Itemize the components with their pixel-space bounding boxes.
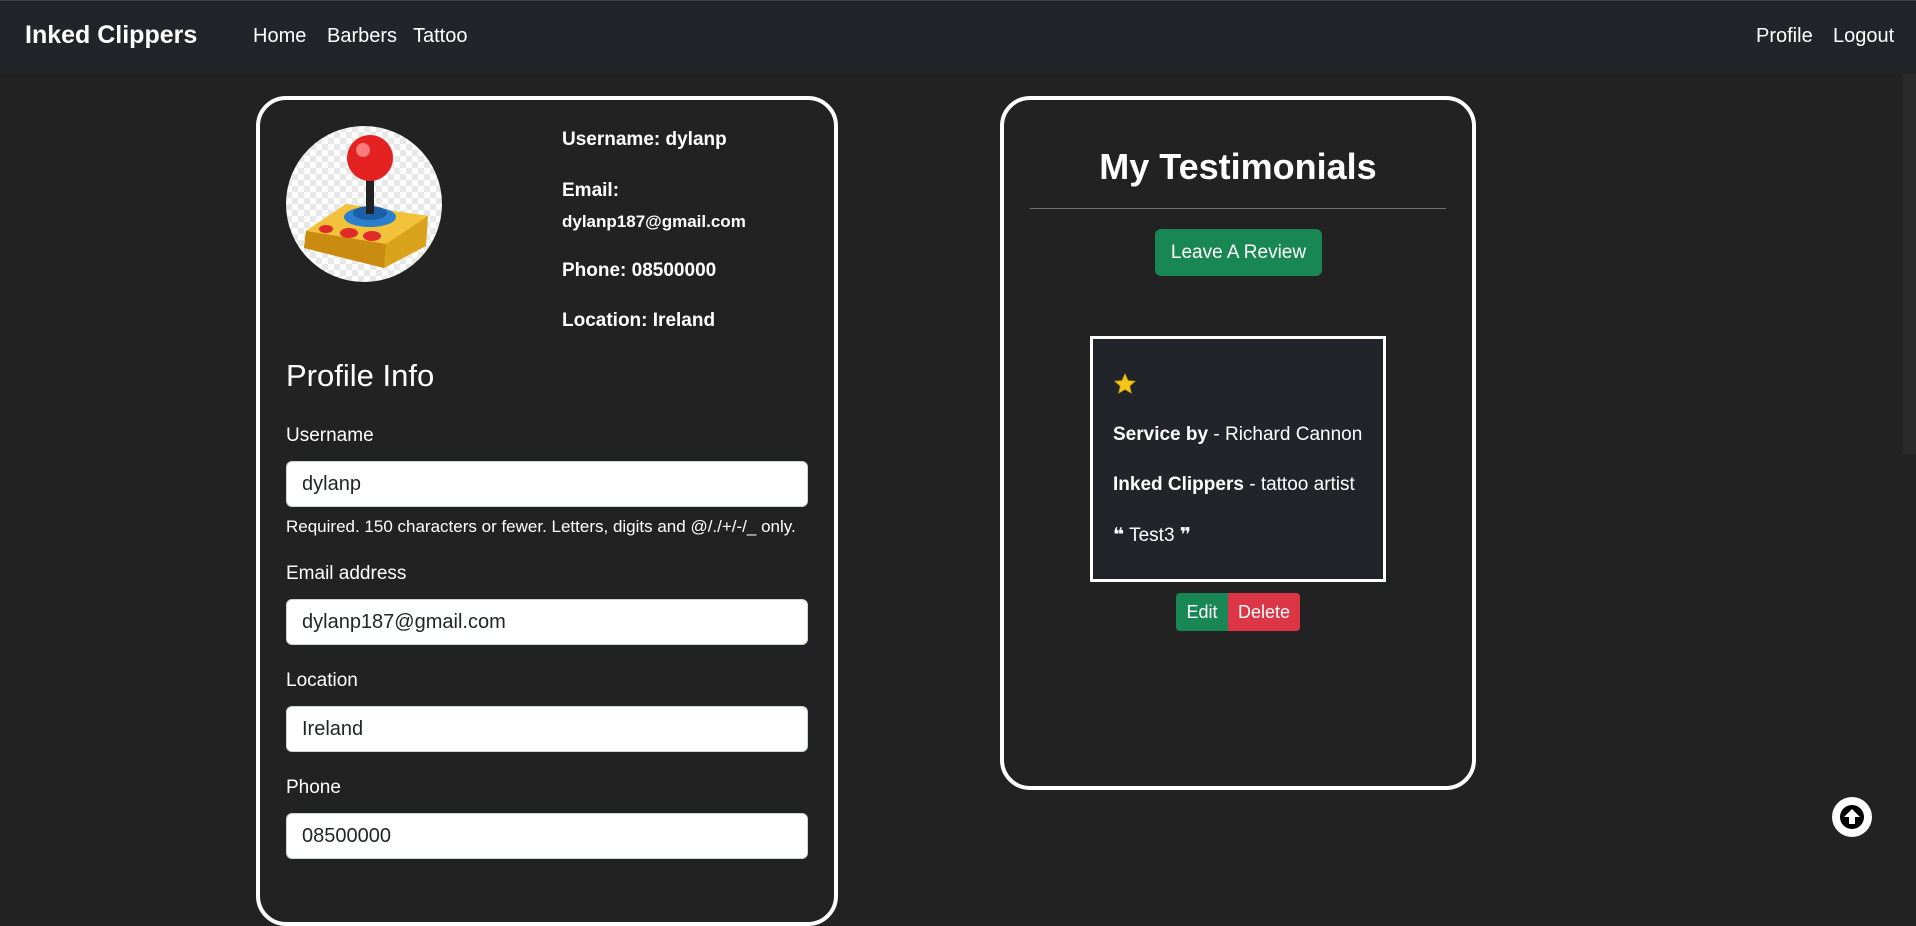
quote-left-icon: ❝ [1113,525,1125,546]
nav-barbers[interactable]: Barbers [327,25,397,48]
service-by-value: Richard Cannon [1224,424,1363,445]
star-icon [1113,372,1137,401]
nav-home[interactable]: Home [253,25,306,48]
leave-review-button[interactable]: Leave A Review [1155,229,1322,276]
phone-label: Phone [286,777,341,798]
brand-logo-link[interactable]: Inked Clippers [25,21,197,50]
avatar [286,126,442,282]
scroll-to-top-button[interactable] [1832,797,1872,837]
quote-right-icon: ❞ [1179,525,1191,546]
nav-logout[interactable]: Logout [1833,25,1894,48]
service-by-label: Service by [1113,424,1209,445]
separator: - [1249,474,1261,495]
username-help-text: Required. 150 characters or fewer. Lette… [286,517,796,536]
page-scrollbar[interactable] [1903,74,1916,454]
phone-field[interactable] [286,813,808,859]
location-field[interactable] [286,706,808,752]
summary-email-label: Email: [562,180,620,201]
shop-label: Inked Clippers [1113,474,1244,495]
email-field[interactable] [286,599,808,645]
nav-tattoo[interactable]: Tattoo [413,25,467,48]
email-label: Email address [286,563,407,584]
summary-email: dylanp187@gmail.com [562,212,746,231]
location-label: Location [286,670,358,691]
arrow-up-icon [1840,805,1864,829]
top-navbar: Inked Clippers Home Barbers Tattoo Profi… [0,0,1916,74]
username-label: Username [286,425,374,446]
separator: - [1213,424,1225,445]
divider [1030,208,1446,209]
review-service-by: Service by - Richard Cannon [1113,424,1362,446]
delete-button[interactable]: Delete [1228,593,1300,631]
quote-text: Test3 [1129,525,1175,546]
username-field[interactable] [286,461,808,507]
summary-username: Username: dylanp [562,129,727,150]
review-shop: Inked Clippers - tattoo artist [1113,474,1355,496]
summary-phone: Phone: 08500000 [562,260,717,281]
edit-button[interactable]: Edit [1176,593,1228,631]
testimonials-title: My Testimonials [1099,146,1377,187]
shop-value: tattoo artist [1260,474,1355,495]
profile-info-title: Profile Info [286,358,435,393]
review-quote: ❝ Test3 ❞ [1113,524,1191,547]
nav-profile[interactable]: Profile [1756,25,1813,48]
summary-location: Location: Ireland [562,310,716,331]
joystick-icon [304,135,428,268]
